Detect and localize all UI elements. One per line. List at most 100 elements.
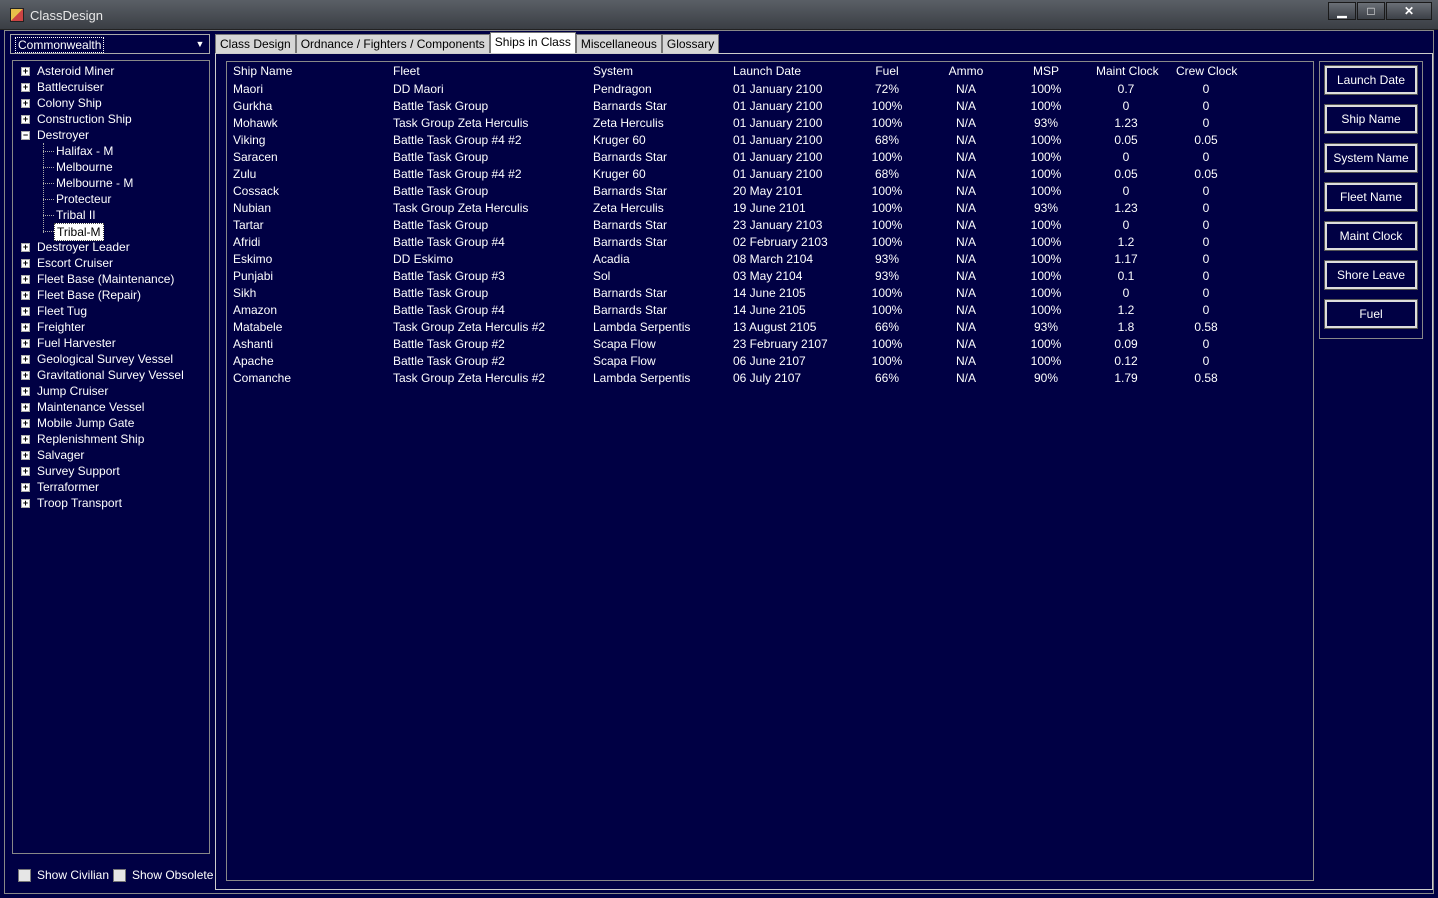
- maint-clock-button[interactable]: Maint Clock: [1324, 221, 1418, 251]
- tree-item[interactable]: + Mobile Jump Gate: [13, 415, 209, 431]
- launch-date-button[interactable]: Launch Date: [1324, 65, 1418, 95]
- column-header[interactable]: Ammo: [946, 63, 986, 80]
- tree-item[interactable]: + Salvager: [13, 447, 209, 463]
- tree-item[interactable]: + Fleet Tug: [13, 303, 209, 319]
- tree-item[interactable]: + Construction Ship: [13, 111, 209, 127]
- table-cell: 0: [1122, 99, 1130, 113]
- table-row[interactable]: Saracen Battle Task Group Barnards Star 01 …: [227, 149, 1313, 166]
- close-button[interactable]: ✕: [1386, 2, 1432, 20]
- expand-icon[interactable]: +: [21, 339, 30, 348]
- expand-icon[interactable]: +: [21, 323, 30, 332]
- expand-icon[interactable]: +: [21, 67, 30, 76]
- table-row[interactable]: Gurkha Battle Task Group Barnards Star 01 J…: [227, 98, 1313, 115]
- expand-icon[interactable]: +: [21, 467, 30, 476]
- table-row[interactable]: Afridi Battle Task Group #4 Barnards Star 0…: [227, 234, 1313, 251]
- fuel-button[interactable]: Fuel: [1324, 299, 1418, 329]
- ship-name-button[interactable]: Ship Name: [1324, 104, 1418, 134]
- show-civilian-checkbox[interactable]: Show Civilian: [18, 868, 109, 882]
- tree-item[interactable]: + Battlecruiser: [13, 79, 209, 95]
- show-obsolete-checkbox[interactable]: Show Obsolete: [113, 868, 213, 882]
- tree-item[interactable]: + Escort Cruiser: [13, 255, 209, 271]
- table-row[interactable]: Comanche Task Group Zeta Herculis #2 Lambd…: [227, 370, 1313, 387]
- table-row[interactable]: Viking Battle Task Group #4 #2 Kruger 60 01…: [227, 132, 1313, 149]
- table-row[interactable]: Sikh Battle Task Group Barnards Star 14 Jun…: [227, 285, 1313, 302]
- expand-icon[interactable]: +: [21, 355, 30, 364]
- expand-icon[interactable]: +: [21, 451, 30, 460]
- column-header[interactable]: Fuel: [867, 63, 907, 80]
- checkbox-icon[interactable]: [113, 868, 126, 882]
- table-cell: N/A: [955, 286, 976, 300]
- collapse-icon[interactable]: −: [21, 131, 30, 140]
- column-header[interactable]: Launch Date: [733, 63, 801, 80]
- column-header[interactable]: MSP: [1026, 63, 1066, 80]
- tree-item-label: Asteroid Miner: [37, 64, 115, 78]
- table-row[interactable]: Mohawk Task Group Zeta Herculis Zeta Hercu…: [227, 115, 1313, 132]
- tree-item[interactable]: + Jump Cruiser: [13, 383, 209, 399]
- tab-class-design[interactable]: Class Design: [215, 34, 296, 54]
- chevron-down-icon[interactable]: ▼: [192, 36, 208, 52]
- tree-item[interactable]: + Gravitational Survey Vessel: [13, 367, 209, 383]
- tab-ordnance[interactable]: Ordnance / Fighters / Components: [295, 34, 490, 54]
- tree-item[interactable]: + Asteroid Miner: [13, 63, 209, 79]
- tree-item[interactable]: + Freighter: [13, 319, 209, 335]
- tree-item[interactable]: + Geological Survey Vessel: [13, 351, 209, 367]
- tree-item[interactable]: + Destroyer Leader: [13, 239, 209, 255]
- tree-item[interactable]: + Fleet Base (Maintenance): [13, 271, 209, 287]
- table-row[interactable]: Amazon Battle Task Group #4 Barnards Star 1…: [227, 302, 1313, 319]
- tree-item[interactable]: + Terraformer: [13, 479, 209, 495]
- column-header[interactable]: Ship Name: [233, 63, 292, 80]
- table-row[interactable]: Ashanti Battle Task Group #2 Scapa Flow 23 …: [227, 336, 1313, 353]
- table-cell: 100%: [1030, 133, 1062, 147]
- tree-item[interactable]: + Fuel Harvester: [13, 335, 209, 351]
- table-cell: Tartar: [233, 218, 264, 232]
- column-header[interactable]: Maint Clock: [1096, 63, 1159, 80]
- tree-item[interactable]: + Fleet Base (Repair): [13, 287, 209, 303]
- table-row[interactable]: Punjabi Battle Task Group #3 Sol 03 May 210…: [227, 268, 1313, 285]
- minimize-button[interactable]: ▁: [1328, 2, 1356, 20]
- expand-icon[interactable]: +: [21, 371, 30, 380]
- tab-glossary[interactable]: Glossary: [661, 34, 720, 54]
- shore-leave-button[interactable]: Shore Leave: [1324, 260, 1418, 290]
- tree-item[interactable]: + Troop Transport: [13, 495, 209, 511]
- expand-icon[interactable]: +: [21, 99, 30, 108]
- column-header[interactable]: Fleet: [393, 63, 420, 80]
- class-tree[interactable]: + Asteroid Miner + Battlecruiser + Colony Shi…: [12, 60, 210, 854]
- system-name-button[interactable]: System Name: [1324, 143, 1418, 173]
- expand-icon[interactable]: +: [21, 259, 30, 268]
- table-row[interactable]: Eskimo DD Eskimo Acadia 08 March 2104 93% N/A…: [227, 251, 1313, 268]
- tree-item[interactable]: + Survey Support: [13, 463, 209, 479]
- expand-icon[interactable]: +: [21, 403, 30, 412]
- column-header[interactable]: System: [593, 63, 633, 80]
- maximize-button[interactable]: □: [1357, 2, 1385, 20]
- table-row[interactable]: Tartar Battle Task Group Barnards Star 23 J…: [227, 217, 1313, 234]
- fleet-name-button[interactable]: Fleet Name: [1324, 182, 1418, 212]
- expand-icon[interactable]: +: [21, 243, 30, 252]
- expand-icon[interactable]: +: [21, 115, 30, 124]
- checkbox-icon[interactable]: [18, 868, 31, 882]
- expand-icon[interactable]: +: [21, 499, 30, 508]
- table-row[interactable]: Matabele Task Group Zeta Herculis #2 Lambd…: [227, 319, 1313, 336]
- race-dropdown[interactable]: Commonwealth ▼: [10, 34, 210, 54]
- expand-icon[interactable]: +: [21, 387, 30, 396]
- table-row[interactable]: Zulu Battle Task Group #4 #2 Kruger 60 01 J…: [227, 166, 1313, 183]
- column-header[interactable]: Crew Clock: [1176, 63, 1237, 80]
- ships-list[interactable]: Ship Name Fleet System Launch Date Fuel …: [226, 61, 1314, 881]
- expand-icon[interactable]: +: [21, 435, 30, 444]
- tree-item[interactable]: + Colony Ship: [13, 95, 209, 111]
- table-row[interactable]: Nubian Task Group Zeta Herculis Zeta Hercu…: [227, 200, 1313, 217]
- expand-icon[interactable]: +: [21, 419, 30, 428]
- tab-ships-in-class[interactable]: Ships in Class: [489, 32, 576, 54]
- tree-item[interactable]: + Maintenance Vessel: [13, 399, 209, 415]
- expand-icon[interactable]: +: [21, 275, 30, 284]
- expand-icon[interactable]: +: [21, 483, 30, 492]
- table-row[interactable]: Apache Battle Task Group #2 Scapa Flow 06 J…: [227, 353, 1313, 370]
- table-row[interactable]: Cossack Battle Task Group Barnards Star 20 …: [227, 183, 1313, 200]
- expand-icon[interactable]: +: [21, 83, 30, 92]
- table-row[interactable]: Maori DD Maori Pendragon 01 January 2100 72%…: [227, 81, 1313, 98]
- tree-item[interactable]: + Replenishment Ship: [13, 431, 209, 447]
- tree-item[interactable]: − Destroyer: [13, 127, 209, 143]
- expand-icon[interactable]: +: [21, 291, 30, 300]
- expand-icon[interactable]: +: [21, 307, 30, 316]
- tab-miscellaneous[interactable]: Miscellaneous: [575, 34, 662, 54]
- table-cell: 1.2: [1117, 235, 1135, 249]
